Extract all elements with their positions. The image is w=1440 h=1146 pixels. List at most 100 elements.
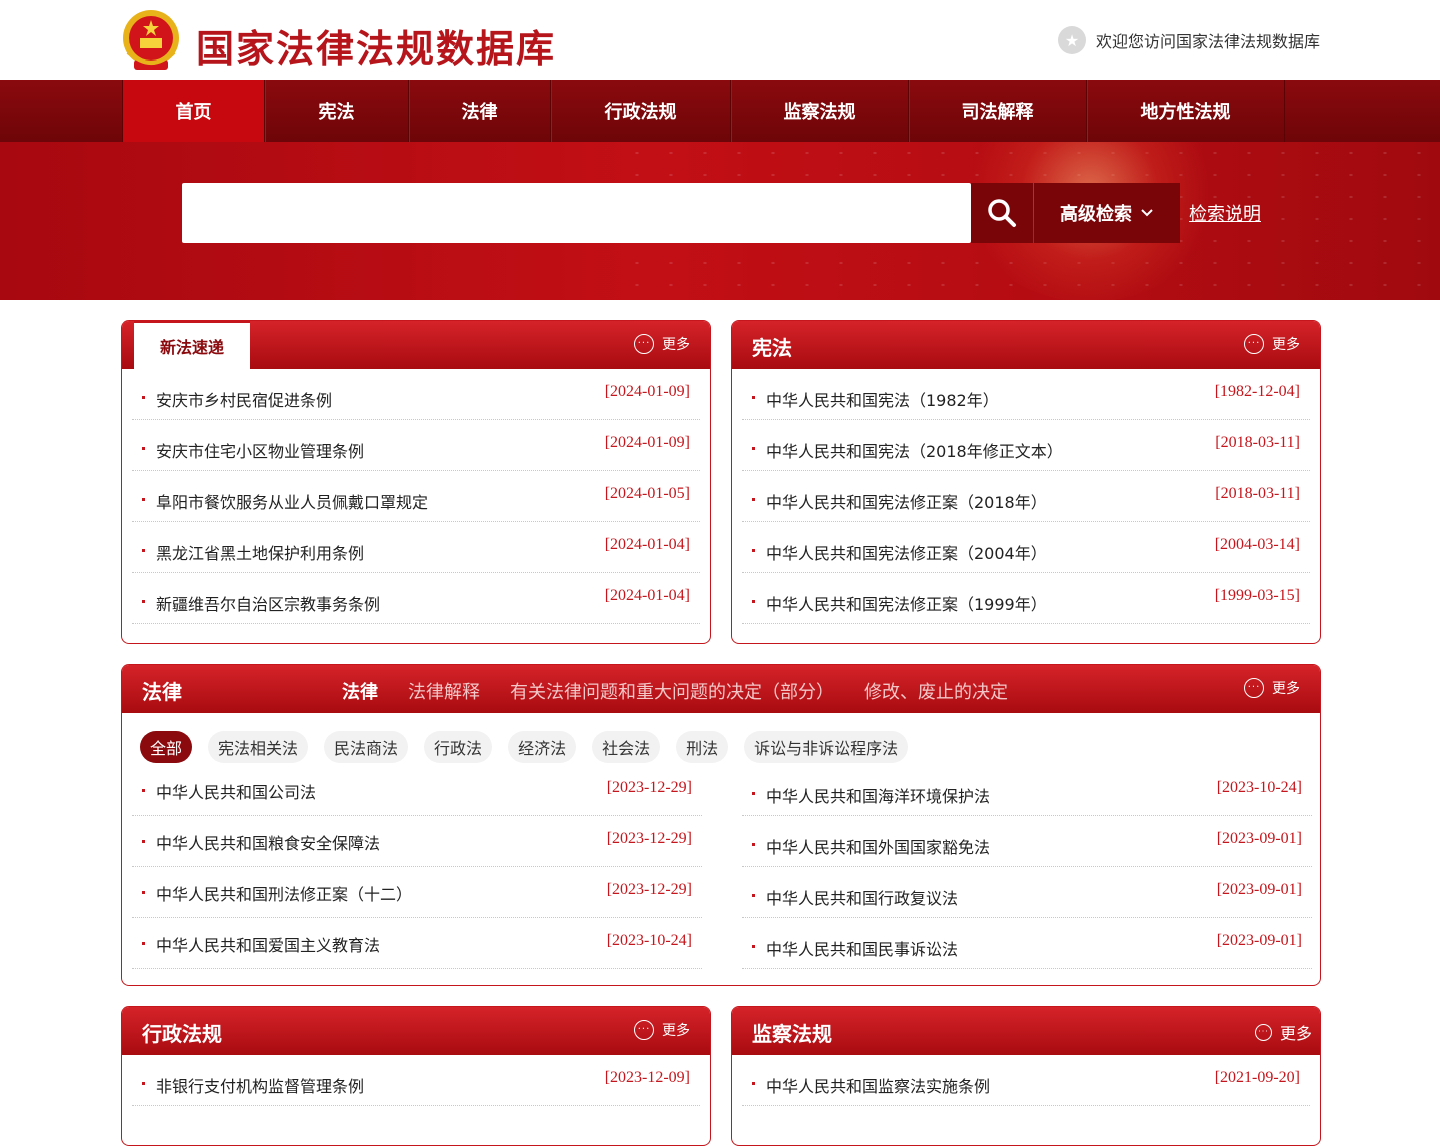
supervision-regs-list: 中华人民共和国监察法实施条例 [2021-09-20] xyxy=(732,1055,1320,1106)
item-date: [2021-09-20] xyxy=(1214,1069,1300,1086)
more-link[interactable]: ··· 更多 xyxy=(634,1020,690,1040)
nav-item-judicial-interpretation[interactable]: 司法解释 xyxy=(909,80,1087,142)
more-link[interactable]: ··· 更多 xyxy=(1244,678,1300,698)
item-date: [1999-03-15] xyxy=(1214,587,1300,604)
more-link[interactable]: ··· 更多 xyxy=(634,334,690,354)
panel-header: 法律 法律 法律解释 有关法律问题和重大问题的决定（部分） 修改、废止的决定 ·… xyxy=(122,665,1320,713)
admin-regs-list: 非银行支付机构监督管理条例 [2023-12-09] xyxy=(122,1055,710,1106)
item-title[interactable]: 中华人民共和国粮食安全保障法 xyxy=(156,830,380,854)
advanced-search-button[interactable]: 高级检索 xyxy=(1034,183,1180,243)
list-item[interactable]: 中华人民共和国宪法（2018年修正文本） [2018-03-11] xyxy=(742,420,1310,471)
panel-header: 新法速递 ··· 更多 xyxy=(122,321,710,369)
national-emblem-icon[interactable] xyxy=(120,8,182,74)
tab-decisions[interactable]: 有关法律问题和重大问题的决定（部分） xyxy=(510,678,834,704)
chip-civil-commercial[interactable]: 民法商法 xyxy=(324,731,409,763)
tab-law-interpretation[interactable]: 法律解释 xyxy=(408,678,480,704)
bullet-icon xyxy=(142,942,145,945)
bullet-icon xyxy=(752,945,755,948)
chip-economic[interactable]: 经济法 xyxy=(508,731,577,763)
list-item[interactable]: 中华人民共和国宪法（1982年） [1982-12-04] xyxy=(742,369,1310,420)
item-date: [2024-01-09] xyxy=(604,383,690,400)
panel-title-admin-regs[interactable]: 行政法规 xyxy=(142,1018,222,1047)
panel-title-law[interactable]: 法律 xyxy=(142,676,182,705)
chip-criminal[interactable]: 刑法 xyxy=(676,731,729,763)
list-item[interactable]: 中华人民共和国民事诉讼法 [2023-09-01] xyxy=(742,918,1312,969)
bullet-icon xyxy=(142,789,145,792)
item-date: [2023-12-29] xyxy=(606,779,692,796)
item-title[interactable]: 中华人民共和国刑法修正案（十二） xyxy=(156,881,412,905)
nav-item-supervision-regs[interactable]: 监察法规 xyxy=(731,80,909,142)
nav-item-home[interactable]: 首页 xyxy=(123,80,265,142)
item-title[interactable]: 中华人民共和国宪法（2018年修正文本） xyxy=(766,438,1063,462)
list-item[interactable]: 安庆市乡村民宿促进条例 [2024-01-09] xyxy=(132,369,700,420)
list-item[interactable]: 中华人民共和国监察法实施条例 [2021-09-20] xyxy=(742,1055,1310,1106)
item-title[interactable]: 安庆市住宅小区物业管理条例 xyxy=(156,438,364,462)
site-title[interactable]: 国家法律法规数据库 xyxy=(196,18,556,73)
item-title[interactable]: 中华人民共和国海洋环境保护法 xyxy=(766,783,990,807)
list-item[interactable]: 阜阳市餐饮服务从业人员佩戴口罩规定 [2024-01-05] xyxy=(132,471,700,522)
panel-title-supervision-regs[interactable]: 监察法规 xyxy=(752,1018,832,1047)
star-icon[interactable]: ★ xyxy=(1057,26,1086,54)
item-title[interactable]: 阜阳市餐饮服务从业人员佩戴口罩规定 xyxy=(156,489,428,513)
more-link[interactable]: ··· 更多 xyxy=(1254,1020,1312,1044)
nav-item-law[interactable]: 法律 xyxy=(409,80,551,142)
item-title[interactable]: 中华人民共和国行政复议法 xyxy=(766,885,958,909)
item-title[interactable]: 非银行支付机构监督管理条例 xyxy=(156,1073,364,1097)
chip-procedure[interactable]: 诉讼与非诉讼程序法 xyxy=(744,731,909,763)
panel-title-constitution[interactable]: 宪法 xyxy=(752,332,792,361)
item-date: [2023-10-24] xyxy=(1216,779,1302,796)
list-item[interactable]: 中华人民共和国宪法修正案（2004年） [2004-03-14] xyxy=(742,522,1310,573)
list-item[interactable]: 新疆维吾尔自治区宗教事务条例 [2024-01-04] xyxy=(132,573,700,624)
search-banner: 高级检索 检索说明 xyxy=(0,142,1440,300)
more-label: 更多 xyxy=(1272,681,1300,697)
nav-item-constitution[interactable]: 宪法 xyxy=(265,80,409,142)
list-item[interactable]: 中华人民共和国外国国家豁免法 [2023-09-01] xyxy=(742,816,1312,867)
item-title[interactable]: 中华人民共和国宪法修正案（1999年） xyxy=(766,591,1047,615)
law-panel: 法律 法律 法律解释 有关法律问题和重大问题的决定（部分） 修改、废止的决定 ·… xyxy=(121,664,1321,986)
list-item[interactable]: 非银行支付机构监督管理条例 [2023-12-09] xyxy=(132,1055,700,1106)
item-date: [2023-09-01] xyxy=(1216,932,1302,949)
search-icon xyxy=(988,199,1016,227)
list-item[interactable]: 黑龙江省黑土地保护利用条例 [2024-01-04] xyxy=(132,522,700,573)
item-title[interactable]: 中华人民共和国公司法 xyxy=(156,779,316,803)
advanced-search-label: 高级检索 xyxy=(1060,204,1132,225)
list-item[interactable]: 中华人民共和国公司法 [2023-12-29] xyxy=(132,765,702,816)
list-item[interactable]: 中华人民共和国刑法修正案（十二） [2023-12-29] xyxy=(132,867,702,918)
more-icon: ··· xyxy=(634,334,654,354)
bullet-icon xyxy=(142,549,145,552)
site-header: 国家法律法规数据库 ★ 欢迎您访问国家法律法规数据库 xyxy=(0,0,1440,80)
chip-all[interactable]: 全部 xyxy=(140,731,193,763)
law-sub-tabs: 法律 法律解释 有关法律问题和重大问题的决定（部分） 修改、废止的决定 xyxy=(342,678,1008,704)
search-help-link[interactable]: 检索说明 xyxy=(1189,200,1261,226)
list-item[interactable]: 中华人民共和国粮食安全保障法 [2023-12-29] xyxy=(132,816,702,867)
list-item[interactable]: 中华人民共和国宪法修正案（2018年） [2018-03-11] xyxy=(742,471,1310,522)
search-input[interactable] xyxy=(182,183,971,243)
item-title[interactable]: 中华人民共和国外国国家豁免法 xyxy=(766,834,990,858)
item-title[interactable]: 中华人民共和国爱国主义教育法 xyxy=(156,932,380,956)
list-item[interactable]: 中华人民共和国行政复议法 [2023-09-01] xyxy=(742,867,1312,918)
more-link[interactable]: ··· 更多 xyxy=(1244,334,1300,354)
chip-social[interactable]: 社会法 xyxy=(592,731,661,763)
tab-amend-repeal[interactable]: 修改、废止的决定 xyxy=(864,678,1008,704)
search-button[interactable] xyxy=(971,183,1033,243)
item-title[interactable]: 中华人民共和国宪法修正案（2018年） xyxy=(766,489,1047,513)
bullet-icon xyxy=(752,447,755,450)
nav-item-admin-regs[interactable]: 行政法规 xyxy=(551,80,731,142)
list-item[interactable]: 中华人民共和国海洋环境保护法 [2023-10-24] xyxy=(742,765,1312,816)
tab-law[interactable]: 法律 xyxy=(342,678,378,704)
item-title[interactable]: 中华人民共和国宪法（1982年） xyxy=(766,387,999,411)
chip-administrative[interactable]: 行政法 xyxy=(424,731,493,763)
chip-constitution-related[interactable]: 宪法相关法 xyxy=(208,731,309,763)
item-title[interactable]: 中华人民共和国宪法修正案（2004年） xyxy=(766,540,1047,564)
list-item[interactable]: 安庆市住宅小区物业管理条例 [2024-01-09] xyxy=(132,420,700,471)
item-title[interactable]: 中华人民共和国监察法实施条例 xyxy=(766,1073,990,1097)
item-title[interactable]: 黑龙江省黑土地保护利用条例 xyxy=(156,540,364,564)
tab-new-laws[interactable]: 新法速递 xyxy=(134,321,250,369)
item-title[interactable]: 中华人民共和国民事诉讼法 xyxy=(766,936,958,960)
item-date: [2024-01-04] xyxy=(604,587,690,604)
nav-item-local-regs[interactable]: 地方性法规 xyxy=(1087,80,1285,142)
item-title[interactable]: 新疆维吾尔自治区宗教事务条例 xyxy=(156,591,380,615)
list-item[interactable]: 中华人民共和国宪法修正案（1999年） [1999-03-15] xyxy=(742,573,1310,624)
list-item[interactable]: 中华人民共和国爱国主义教育法 [2023-10-24] xyxy=(132,918,702,969)
item-title[interactable]: 安庆市乡村民宿促进条例 xyxy=(156,387,332,411)
